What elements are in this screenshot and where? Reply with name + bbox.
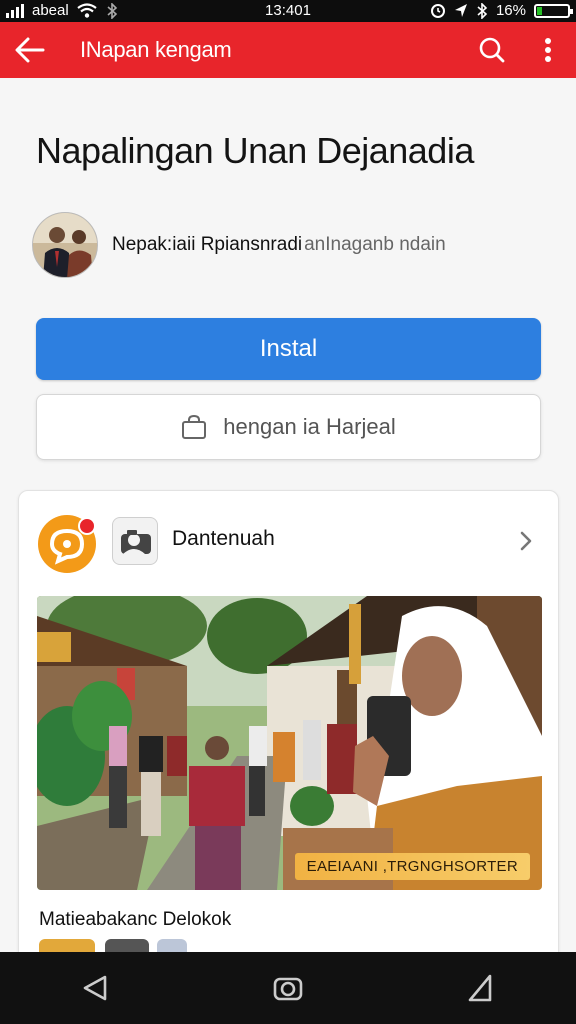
back-button[interactable]	[0, 22, 60, 78]
photo-badge: EAEIAANI ,TRGNGHSORTER	[294, 853, 530, 880]
thumbnail-strip	[39, 939, 539, 952]
status-bar: abeal 13:401 16%	[0, 0, 576, 22]
more-vert-icon	[545, 38, 551, 62]
more-button[interactable]	[520, 22, 576, 78]
bluetooth-icon	[477, 2, 488, 19]
install-button[interactable]: Instal	[36, 318, 541, 380]
alarm-icon	[430, 3, 445, 18]
nav-recents-icon	[468, 974, 492, 1002]
wishlist-button[interactable]: hengan ia Harjeal	[36, 394, 541, 460]
location-icon	[454, 3, 467, 17]
chat-app-icon[interactable]	[38, 515, 96, 573]
chevron-right-icon[interactable]	[512, 527, 540, 555]
battery-percent: 16%	[495, 2, 526, 19]
card-caption: Matieabakanc Delokok	[39, 909, 232, 930]
search-button[interactable]	[464, 22, 520, 78]
thumbnail-image[interactable]	[157, 939, 187, 952]
app-title: Napalingan Unan Dejanadia	[36, 130, 474, 171]
app-details-sheet: Napalingan Unan Dejanadia Nepak:iaii Rpi…	[0, 78, 576, 952]
developer-avatar	[32, 212, 98, 278]
back-arrow-icon	[15, 37, 45, 63]
featured-screenshot[interactable]: EAEIAANI ,TRGNGHSORTER	[37, 596, 542, 890]
camera-user-icon[interactable]	[112, 517, 158, 565]
system-nav-bar	[0, 952, 576, 1024]
card-section-title[interactable]: Dantenuah	[172, 527, 275, 551]
app-bar: INapan kengam	[0, 22, 576, 78]
notification-dot-icon	[78, 517, 96, 535]
status-time: 13:401	[265, 2, 311, 19]
nav-back-button[interactable]	[60, 958, 132, 1018]
nav-home-icon	[273, 977, 303, 1001]
wishlist-label: hengan ia Harjeal	[223, 414, 396, 439]
battery-icon	[534, 3, 573, 18]
shopping-bag-icon	[182, 414, 207, 439]
thumbnail-image[interactable]	[39, 939, 95, 952]
nav-back-icon	[83, 975, 107, 1001]
search-icon	[479, 37, 505, 63]
nav-recents-button[interactable]	[444, 958, 516, 1018]
card-header[interactable]: Dantenuah	[19, 491, 558, 591]
developer-name[interactable]: Nepak:iaii Rpiansnradi	[112, 234, 302, 256]
developer-row[interactable]: Nepak:iaii Rpiansnradi anInaganb ndain	[32, 210, 556, 280]
developer-subtitle: anInaganb ndain	[304, 234, 446, 255]
media-card: Dantenuah EAEIAANI ,TRGNGHSORTER Matieab…	[18, 490, 559, 952]
thumbnail-image[interactable]	[105, 939, 149, 952]
nav-home-button[interactable]	[252, 958, 324, 1018]
app-bar-title: INapan kengam	[80, 37, 232, 62]
